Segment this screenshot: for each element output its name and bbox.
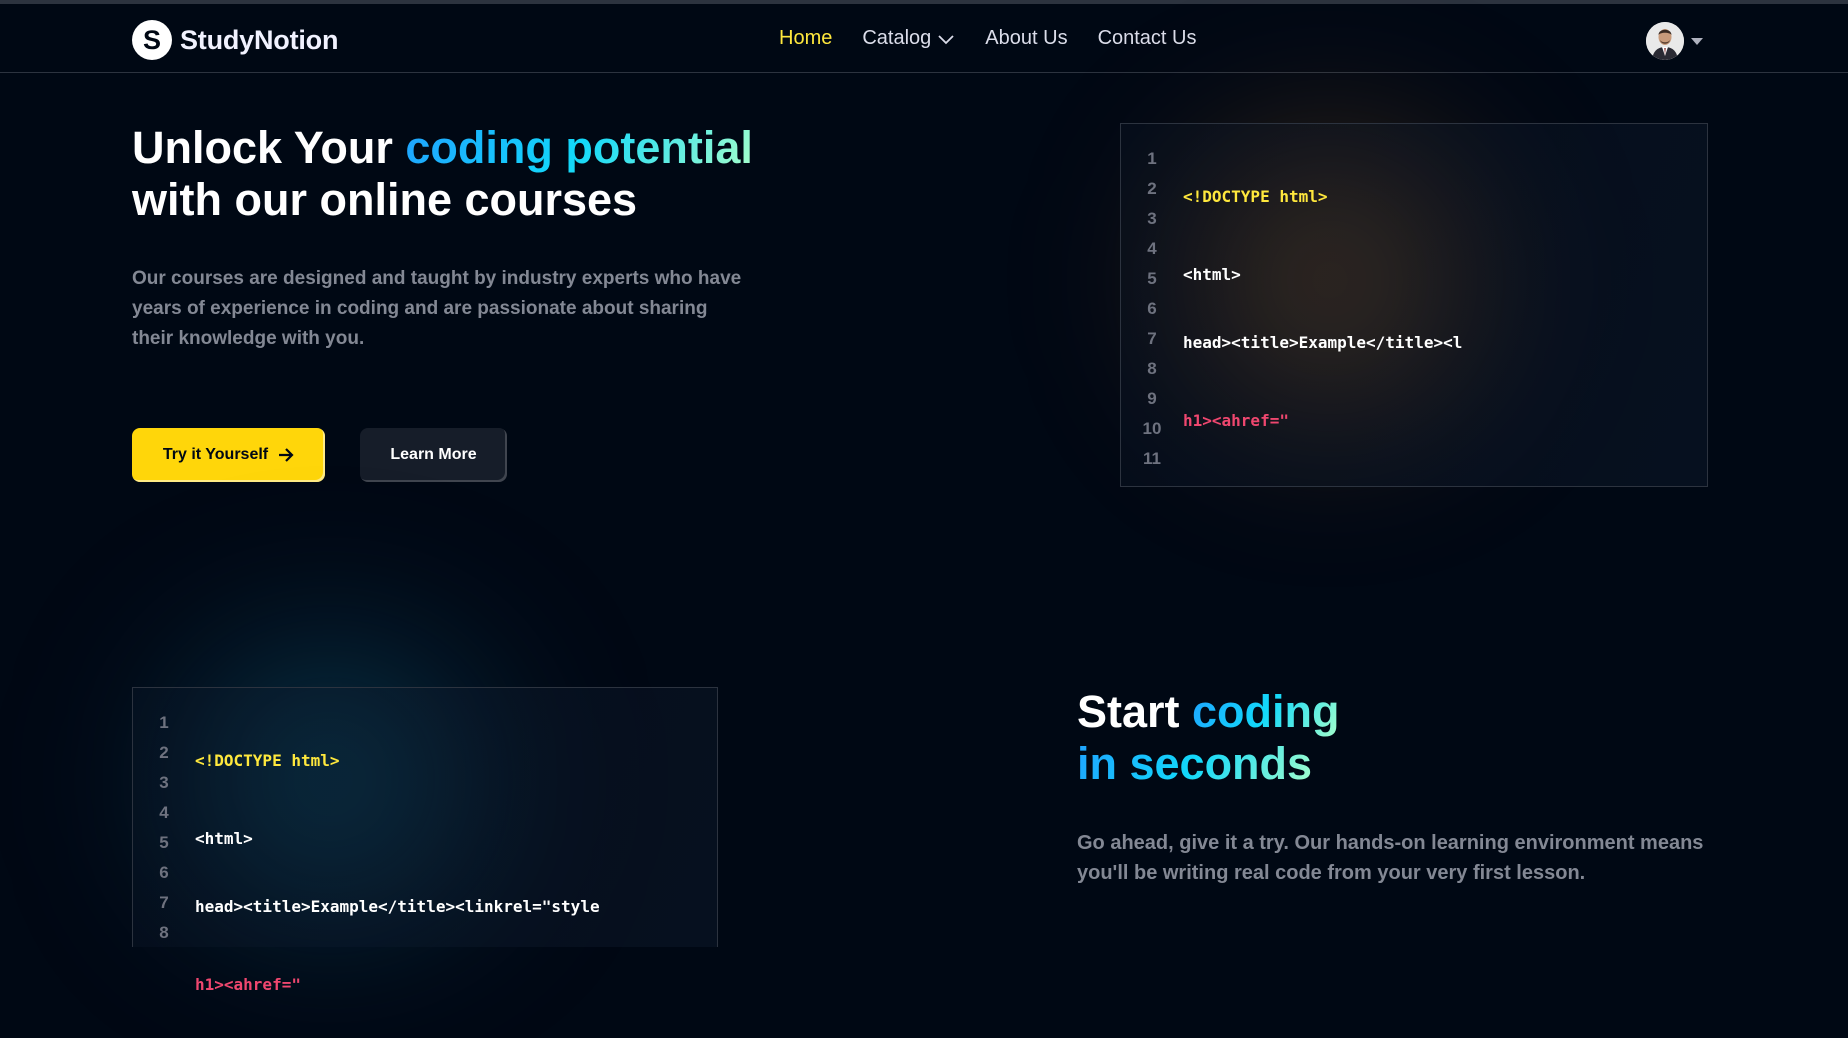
- chevron-down-icon: [938, 34, 954, 44]
- nav-link-home[interactable]: Home: [779, 27, 832, 50]
- section2-title-highlight2: in seconds: [1077, 738, 1313, 789]
- line-number: 1: [159, 713, 169, 732]
- section2-title: Start coding in seconds: [1077, 686, 1477, 790]
- line-number: 3: [1147, 209, 1157, 228]
- brand-name: StudyNotion: [180, 24, 339, 55]
- caret-down-icon: [1691, 38, 1703, 45]
- learn-more-label: Learn More: [390, 446, 477, 463]
- hero-title-highlight: coding potential: [405, 122, 753, 173]
- line-number: 9: [1147, 389, 1157, 408]
- avatar: [1646, 22, 1684, 60]
- line-number: 5: [159, 833, 169, 852]
- line-number: 10: [1142, 419, 1162, 438]
- code-line: h1><ahref=": [1183, 411, 1289, 430]
- code-line: head><title>Example</title><l: [1183, 333, 1463, 352]
- code-line: <html>: [195, 829, 253, 848]
- nav-link-about[interactable]: About Us: [985, 27, 1067, 50]
- section2-title-part1: Start: [1077, 686, 1193, 737]
- logo-letter: S: [143, 25, 161, 55]
- line-number: 2: [1147, 179, 1157, 198]
- code-block-1: 1 2 3 4 5 6 7 8 9 10 11 <!DOCTYPE html> …: [1120, 123, 1708, 487]
- code-block-2: 1 2 3 4 5 6 7 8 <!DOCTYPE html> <html> h…: [132, 687, 718, 994]
- line-number: 6: [1147, 299, 1157, 318]
- code-line: <!DOCTYPE html>: [195, 751, 340, 770]
- line-number: 2: [159, 743, 169, 762]
- section2-title-highlight1: coding: [1192, 686, 1340, 737]
- hero-title-part1: Unlock Your: [132, 122, 406, 173]
- line-number: 4: [1147, 239, 1157, 258]
- line-number: 8: [1147, 359, 1157, 378]
- line-number: 1: [1147, 149, 1157, 168]
- profile-menu[interactable]: [1646, 22, 1704, 60]
- arrow-right-icon: [279, 448, 294, 462]
- code-line: <html>: [1183, 265, 1241, 284]
- line-number: 6: [159, 863, 169, 882]
- try-it-yourself-button[interactable]: Try it Yourself: [132, 428, 325, 482]
- hero-description: Our courses are designed and taught by i…: [132, 268, 742, 349]
- hero-title: Unlock Your coding potential with our on…: [132, 122, 832, 226]
- code-line: h1><ahref=": [195, 975, 301, 994]
- code-line: head><title>Example</title><linkrel="sty…: [195, 897, 600, 916]
- line-number: 3: [159, 773, 169, 792]
- learn-more-button[interactable]: Learn More: [360, 428, 507, 482]
- code-block-2-line-numbers: 1 2 3 4 5 6 7 8: [133, 688, 195, 947]
- section2-description: Go ahead, give it a try. Our hands-on le…: [1077, 832, 1704, 884]
- code-line: <!DOCTYPE html>: [1183, 187, 1328, 206]
- line-number: 5: [1147, 269, 1157, 288]
- line-number: 11: [1143, 449, 1161, 468]
- navbar: S StudyNotion Home Catalog About Us Cont…: [0, 4, 1848, 73]
- nav-link-contact[interactable]: Contact Us: [1098, 27, 1197, 50]
- hero-title-part2: with our online courses: [132, 174, 638, 225]
- code-block-1-code: <!DOCTYPE html> <html> head><title>Examp…: [1183, 124, 1462, 486]
- brand-logo[interactable]: S StudyNotion: [132, 20, 338, 60]
- line-number: 7: [1147, 329, 1157, 348]
- line-number: 7: [159, 893, 169, 912]
- line-number: 4: [159, 803, 169, 822]
- nav-link-catalog[interactable]: Catalog: [862, 27, 955, 50]
- nav-link-catalog-label: Catalog: [862, 27, 932, 49]
- try-it-yourself-label: Try it Yourself: [162, 446, 269, 463]
- main-nav: Home Catalog About Us Contact Us: [779, 27, 1197, 50]
- line-number: 8: [159, 923, 169, 942]
- logo-icon: S: [132, 20, 172, 60]
- code-block-2-code: <!DOCTYPE html> <html> head><title>Examp…: [195, 688, 600, 994]
- code-block-1-line-numbers: 1 2 3 4 5 6 7 8 9 10 11: [1121, 124, 1183, 486]
